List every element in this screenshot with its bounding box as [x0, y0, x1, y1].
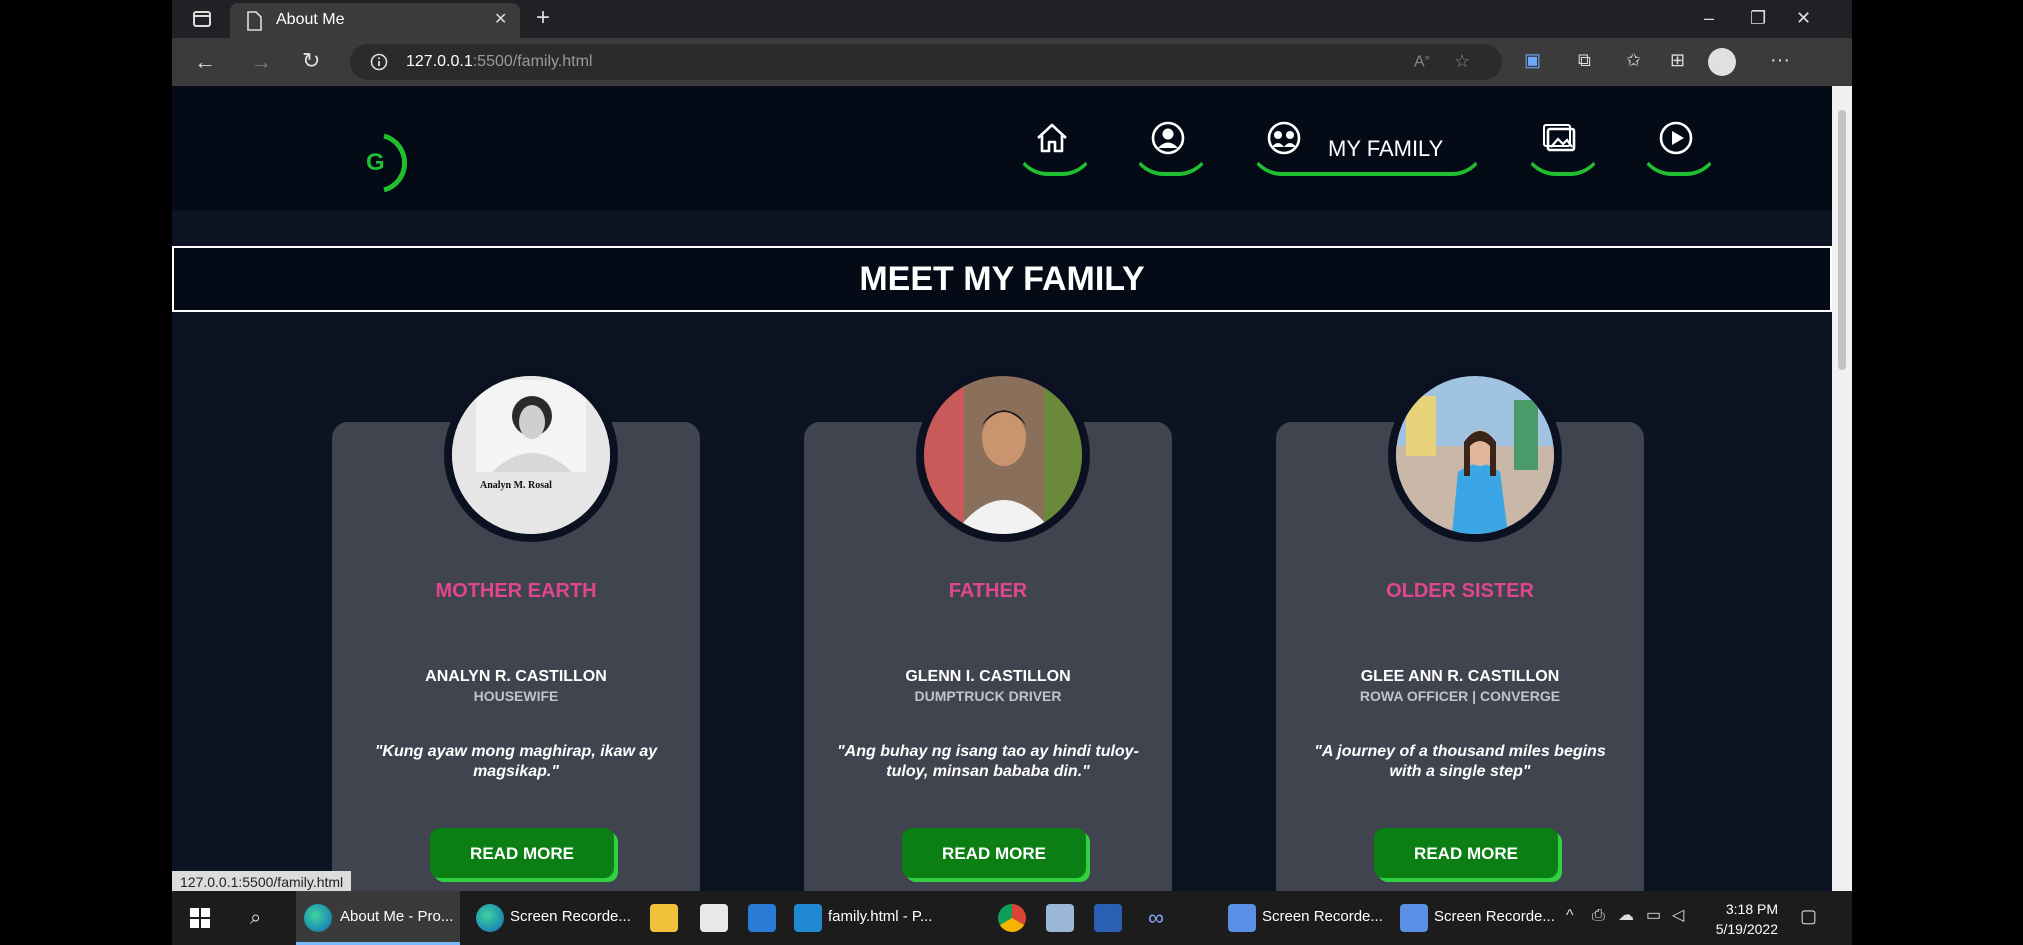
mail-icon[interactable] [748, 904, 776, 932]
gallery-icon [1543, 124, 1576, 152]
taskbar-item-vscode[interactable]: family.html - P... [786, 891, 950, 945]
edge-icon [304, 904, 332, 932]
svg-text:G: G [366, 149, 385, 176]
vscode-icon [794, 904, 822, 932]
home-icon [1037, 123, 1067, 153]
taskbar-item-screen-recorder-1[interactable]: Screen Recorde... [1220, 891, 1384, 945]
app-icon[interactable] [1046, 904, 1074, 932]
read-more-button[interactable]: READ MORE [430, 828, 614, 878]
page-icon [246, 11, 262, 34]
nav-my-family[interactable]: MY FAMILY [1248, 114, 1486, 176]
site-logo[interactable]: G [362, 130, 426, 194]
tray-app-icon[interactable]: ⎙ [1592, 908, 1605, 924]
nav-videos[interactable] [1638, 114, 1720, 176]
status-bar-url: 127.0.0.1:5500/family.html [172, 871, 352, 891]
section-banner: MEET MY FAMILY [172, 246, 1832, 312]
system-clock[interactable]: 3:18 PM 5/19/2022 [1688, 899, 1778, 939]
member-photo-father [916, 368, 1090, 542]
site-header: G MY FAMILY [172, 86, 1832, 210]
read-aloud-icon[interactable]: A» [1414, 53, 1430, 70]
notifications-icon[interactable]: ▢ [1800, 907, 1817, 925]
new-tab-icon[interactable]: + [536, 6, 550, 30]
site-info-icon[interactable] [370, 53, 388, 74]
word-icon[interactable] [1094, 904, 1122, 932]
more-menu-icon[interactable]: ··· [1770, 50, 1790, 70]
onedrive-icon[interactable]: ☁ [1618, 908, 1634, 924]
chrome-icon[interactable] [998, 904, 1026, 932]
member-name: GLENN I. CASTILLON [905, 668, 1071, 685]
restore-icon[interactable]: ❐ [1750, 8, 1766, 29]
windows-start-icon[interactable] [190, 908, 210, 931]
file-explorer-icon[interactable] [650, 904, 678, 932]
volume-icon[interactable]: ◁ [1672, 908, 1684, 924]
profile-avatar[interactable] [1708, 48, 1736, 76]
member-occupation: ROWA OFFICER | CONVERGE [1359, 688, 1561, 704]
windows-taskbar: ⌕ About Me - Pro... Screen Recorde... fa… [172, 891, 1852, 945]
search-icon[interactable]: ⌕ [250, 908, 261, 928]
member-role: FATHER [948, 580, 1028, 602]
nav-label-my-family: MY FAMILY [1328, 136, 1444, 161]
page-scrollbar[interactable] [1832, 86, 1852, 891]
tab-title: About Me [276, 11, 345, 28]
member-quote: "Ang buhay ng isang tao ay hindi tuloy-t… [837, 743, 1139, 780]
close-tab-icon[interactable]: ✕ [494, 12, 507, 28]
screen-recorder-icon [1228, 904, 1256, 932]
taskbar-item-edge[interactable]: About Me - Pro... [296, 891, 460, 945]
member-occupation: HOUSEWIFE [473, 688, 559, 704]
member-quote: "Kung ayaw mong maghirap, ikaw ay magsik… [374, 743, 658, 780]
edge-icon [476, 904, 504, 932]
screen-recorder-icon [1400, 904, 1428, 932]
minimize-icon[interactable]: – [1704, 8, 1714, 29]
member-role: MOTHER EARTH [435, 580, 597, 602]
tab-about-me[interactable]: About Me ✕ [230, 3, 520, 38]
tab-actions-icon[interactable] [192, 9, 212, 32]
read-more-button[interactable]: READ MORE [1374, 828, 1558, 878]
member-photo-sister [1388, 368, 1562, 542]
nav-gallery[interactable] [1522, 114, 1604, 176]
member-role: OLDER SISTER [1386, 580, 1534, 602]
extensions-icon[interactable]: ⧉ [1578, 51, 1591, 69]
web-page: G MY FAMILY MEET MY FAMILY Analyn M. Ros… [172, 86, 1832, 891]
close-window-icon[interactable]: ✕ [1796, 8, 1811, 29]
refresh-icon[interactable]: ↻ [302, 50, 320, 72]
nav-home[interactable] [1014, 114, 1096, 176]
nav-about[interactable] [1130, 114, 1212, 176]
store-icon[interactable] [700, 904, 728, 932]
favorite-star-icon[interactable]: ☆ [1454, 52, 1470, 70]
infinity-app-icon[interactable]: ∞ [1142, 904, 1170, 932]
member-name: ANALYN R. CASTILLON [425, 668, 607, 685]
member-photo-mother: Analyn M. Rosal [444, 368, 618, 542]
browser-toolbar: ← → ↻ 127.0.0.1:5500/family.html A» ☆ ▣ … [172, 38, 1852, 86]
taskbar-item-screen-recorder-2[interactable]: Screen Recorde... [1392, 891, 1556, 945]
favorites-icon[interactable]: ✩ [1626, 51, 1641, 69]
browser-tab-strip: About Me ✕ + – ❐ ✕ [172, 0, 1852, 38]
tray-chevron-icon[interactable]: ^ [1566, 908, 1574, 924]
screen-capture-icon[interactable]: ▣ [1524, 51, 1541, 69]
section-title: MEET MY FAMILY [859, 260, 1145, 298]
family-icon [1267, 121, 1301, 155]
url-text: 127.0.0.1:5500/family.html [406, 53, 593, 70]
member-name: GLEE ANN R. CASTILLON [1360, 668, 1560, 685]
forward-icon[interactable]: → [250, 51, 272, 73]
screen: About Me ✕ + – ❐ ✕ ← → ↻ 127.0.0.1:5500/… [172, 0, 1852, 945]
clock-date: 5/19/2022 [1715, 921, 1778, 937]
svg-text:Analyn M. Rosal: Analyn M. Rosal [480, 480, 552, 491]
clock-time: 3:18 PM [1725, 901, 1778, 917]
read-more-button[interactable]: READ MORE [902, 828, 1086, 878]
address-bar[interactable]: 127.0.0.1:5500/family.html A» ☆ [350, 44, 1502, 80]
scrollbar-thumb[interactable] [1838, 110, 1846, 370]
user-icon [1151, 121, 1185, 155]
member-occupation: DUMPTRUCK DRIVER [914, 688, 1062, 704]
play-icon [1659, 121, 1693, 155]
collections-icon[interactable]: ⊞ [1670, 51, 1685, 69]
network-icon[interactable]: ▭ [1646, 908, 1661, 924]
member-quote: "A journey of a thousand miles begins wi… [1314, 743, 1606, 780]
back-icon[interactable]: ← [194, 51, 216, 73]
taskbar-item-screen-recorder-edge[interactable]: Screen Recorde... [468, 891, 632, 945]
